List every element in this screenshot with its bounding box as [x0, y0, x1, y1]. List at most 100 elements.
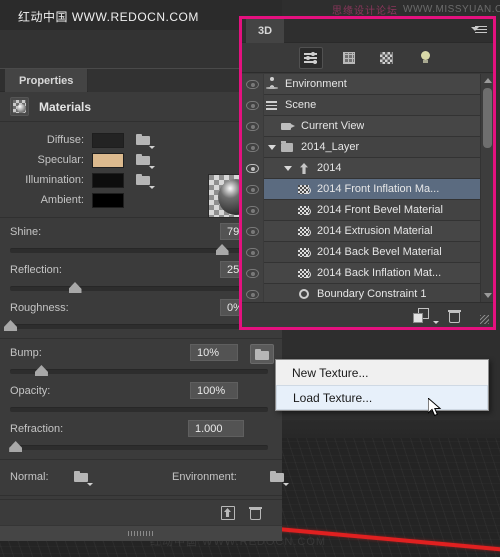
expand-twisty[interactable] — [280, 158, 296, 179]
slider-shine[interactable] — [10, 244, 268, 255]
tree-row-environment[interactable]: Environment — [242, 74, 493, 95]
eye-icon — [246, 247, 259, 257]
material-icon — [296, 182, 312, 196]
row-bump: Bump: 10% — [0, 343, 282, 381]
slider-thumb-refraction[interactable] — [9, 441, 23, 452]
scroll-up-icon[interactable] — [484, 78, 492, 83]
slider-roughness[interactable] — [4, 320, 268, 331]
eye-icon — [246, 163, 259, 173]
tree-row-back-bevel-material[interactable]: 2014 Back Bevel Material — [242, 241, 493, 263]
visibility-toggle[interactable] — [242, 220, 264, 242]
value-bump[interactable]: 10% — [190, 344, 238, 361]
visibility-toggle[interactable] — [242, 178, 264, 200]
eye-icon — [246, 226, 259, 236]
chevron-down-icon — [284, 165, 292, 171]
filter-scene-icon[interactable] — [298, 46, 323, 69]
label-refraction: Refraction: — [10, 423, 64, 435]
environment-texture-menu-button[interactable] — [270, 470, 289, 486]
visibility-toggle[interactable] — [242, 199, 264, 221]
illumination-texture-menu-button[interactable] — [136, 173, 155, 189]
tree-item-label: 2014 Front Bevel Material — [317, 204, 443, 216]
tree-row-extrusion-material[interactable]: 2014 Extrusion Material — [242, 220, 493, 242]
filter-lights-icon[interactable] — [413, 47, 437, 69]
tree-row-current-view[interactable]: Current View — [242, 115, 493, 137]
tree-row-boundary-constraint[interactable]: Boundary Constraint 1 — [242, 283, 493, 302]
swatch-specular[interactable] — [92, 152, 124, 168]
slider-thumb-bump[interactable] — [34, 365, 48, 376]
swatch-ambient[interactable] — [92, 192, 124, 208]
swatch-diffuse[interactable] — [92, 132, 124, 148]
color-swatch-section: Diffuse: Specular: Illumination: Ambient… — [0, 122, 282, 218]
visibility-toggle[interactable] — [242, 241, 264, 263]
properties-resize-bar[interactable] — [0, 525, 282, 541]
slider-thumb-roughness[interactable] — [4, 320, 17, 331]
folder-icon — [74, 471, 89, 483]
new-material-button[interactable] — [220, 505, 236, 521]
tree-row-front-bevel-material[interactable]: 2014 Front Bevel Material — [242, 199, 493, 221]
tree-item-label: Current View — [301, 120, 365, 132]
value-refraction[interactable]: 1.000 — [188, 420, 244, 437]
tab-properties[interactable]: Properties — [5, 69, 88, 92]
folder-icon — [136, 173, 151, 186]
add-object-button[interactable] — [413, 308, 439, 324]
slider-reflection[interactable] — [10, 282, 268, 293]
watermark-top-right: 思缘设计论坛 WWW.MISSYUAN.COM — [332, 1, 500, 17]
bump-texture-menu-button[interactable] — [250, 344, 274, 364]
slider-refraction[interactable] — [9, 441, 268, 452]
tree-row-back-inflation-material[interactable]: 2014 Back Inflation Mat... — [242, 262, 493, 284]
tab-3d[interactable]: 3D — [246, 19, 285, 43]
label-ambient: Ambient: — [40, 194, 84, 206]
panel-resize-grip-icon[interactable] — [480, 315, 489, 324]
3d-filter-bar — [242, 43, 493, 73]
tree-row-2014-layer[interactable]: 2014_Layer — [242, 136, 493, 158]
row-shine: Shine: 79% — [0, 222, 282, 260]
row-roughness: Roughness: 0% — [0, 298, 282, 336]
tree-row-2014[interactable]: 2014 — [242, 157, 493, 179]
tree-row-scene[interactable]: Scene — [242, 94, 493, 116]
tree-row-front-inflation-material[interactable]: 2014 Front Inflation Ma... — [242, 178, 493, 200]
slider-thumb-reflection[interactable] — [68, 282, 82, 293]
visibility-toggle[interactable] — [242, 136, 264, 158]
visibility-toggle[interactable] — [242, 74, 264, 95]
diffuse-texture-menu-button[interactable] — [136, 133, 155, 149]
filter-materials-icon[interactable] — [375, 47, 399, 69]
3d-scene-tree[interactable]: Environment Scene Current View 2014_Laye… — [242, 74, 493, 302]
chevron-down-icon — [283, 483, 289, 486]
texture-context-menu: New Texture... Load Texture... — [275, 359, 489, 411]
3d-tree-scrollbar[interactable] — [480, 74, 493, 302]
visibility-toggle[interactable] — [242, 94, 264, 116]
slider-bump[interactable] — [10, 365, 268, 376]
folder-icon — [136, 133, 151, 146]
panel-menu-icon[interactable] — [471, 26, 487, 36]
menu-item-new-texture[interactable]: New Texture... — [276, 360, 488, 385]
delete-3d-item-button[interactable] — [447, 308, 463, 324]
delete-button[interactable] — [248, 505, 264, 521]
value-opacity[interactable]: 100% — [190, 382, 238, 399]
material-icon — [296, 203, 312, 217]
watermark-left: 红动中国 WWW.REDOCN.COM — [18, 10, 199, 24]
visibility-toggle[interactable] — [242, 157, 264, 179]
eye-icon — [246, 100, 259, 110]
properties-panel: Properties Materials Diffuse: Specular: — [0, 68, 289, 541]
properties-footer — [0, 499, 282, 525]
visibility-toggle[interactable] — [242, 262, 264, 284]
swatch-illumination[interactable] — [92, 172, 124, 188]
specular-texture-menu-button[interactable] — [136, 153, 155, 169]
workspace-toolbar-strip — [0, 30, 240, 68]
scroll-down-icon[interactable] — [484, 293, 492, 298]
tree-item-label: 2014 Back Bevel Material — [317, 246, 442, 258]
eye-icon — [246, 79, 259, 89]
expand-twisty[interactable] — [264, 137, 280, 158]
eye-icon — [246, 205, 259, 215]
slider-opacity[interactable] — [10, 407, 268, 412]
scrollbar-thumb[interactable] — [483, 88, 492, 148]
tree-item-label: 2014_Layer — [301, 141, 360, 153]
menu-item-load-texture[interactable]: Load Texture... — [276, 385, 488, 410]
visibility-toggle[interactable] — [242, 115, 264, 137]
filter-mesh-icon[interactable] — [337, 47, 361, 69]
label-diffuse: Diffuse: — [46, 134, 84, 146]
slider-thumb-shine[interactable] — [215, 244, 229, 255]
normal-texture-menu-button[interactable] — [74, 470, 93, 486]
visibility-toggle[interactable] — [242, 283, 264, 302]
